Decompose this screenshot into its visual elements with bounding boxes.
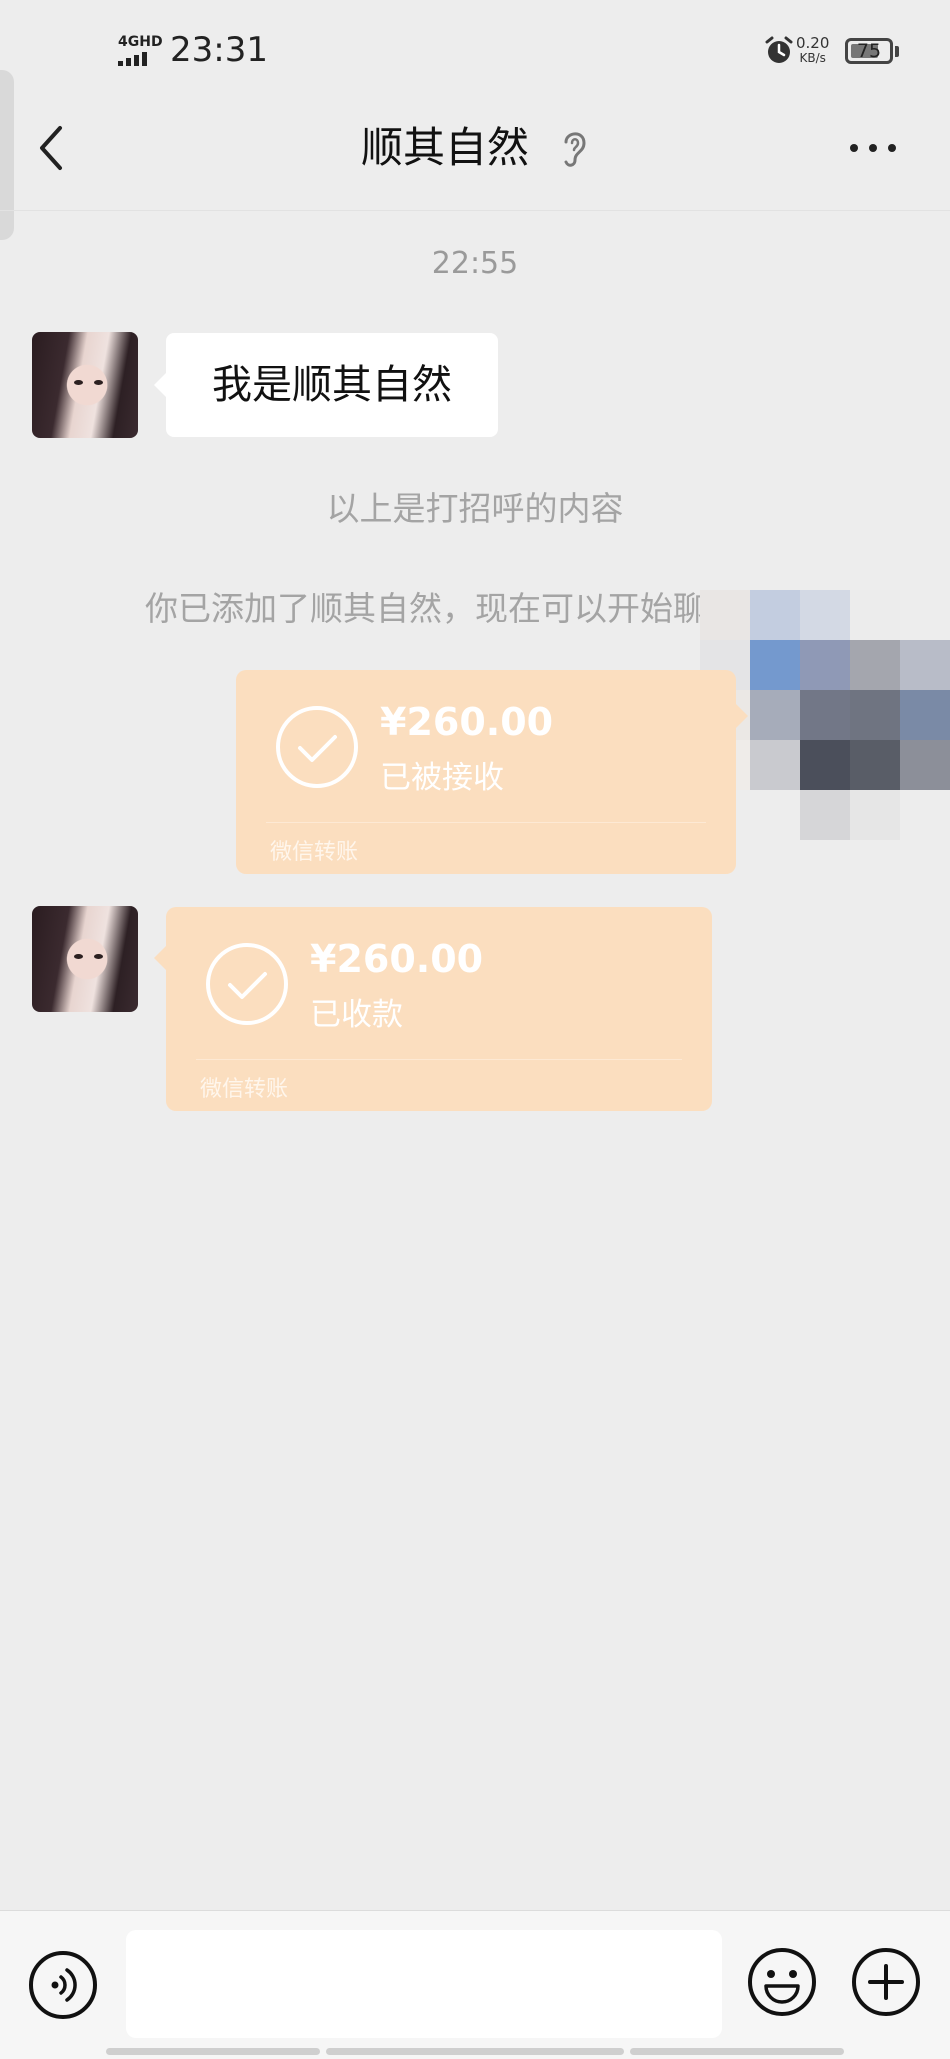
chat-timestamp: 22:55 xyxy=(431,246,519,281)
transfer-card-sent[interactable]: ¥260.00 已被接收 微信转账 xyxy=(236,670,736,874)
status-time: 23:31 xyxy=(170,30,268,70)
status-bar: 4GHD 23:31 0.20 KB/s 75 xyxy=(0,0,950,100)
plus-button[interactable] xyxy=(850,1946,922,2018)
transfer-card-received[interactable]: ¥260.00 已收款 微信转账 xyxy=(166,907,712,1111)
system-note-greeting: 以上是打招呼的内容 xyxy=(326,489,624,528)
transfer-footer: 微信转账 xyxy=(200,1077,289,1102)
bubble-tail xyxy=(154,373,166,397)
transfer-divider xyxy=(196,1059,682,1060)
emoji-button[interactable] xyxy=(746,1946,818,2018)
transfer-status: 已收款 xyxy=(310,997,403,1033)
transfer-amount: ¥260.00 xyxy=(310,937,484,981)
nav-divider xyxy=(0,210,950,211)
emoji-icon xyxy=(748,1948,816,2016)
transfer-amount: ¥260.00 xyxy=(380,700,554,744)
voice-icon xyxy=(29,1951,97,2019)
check-circle-icon xyxy=(206,943,288,1025)
transfer-status: 已被接收 xyxy=(380,760,504,796)
network-type: 4GHD xyxy=(118,34,163,50)
home-indicator xyxy=(326,2048,624,2055)
speed-unit: KB/s xyxy=(799,51,826,65)
battery-icon: 75 xyxy=(845,38,893,64)
transfer-footer: 微信转账 xyxy=(270,840,359,865)
more-button[interactable] xyxy=(846,130,900,166)
contact-avatar[interactable] xyxy=(32,332,138,438)
speed-value: 0.20 xyxy=(796,34,830,52)
home-indicator xyxy=(106,2048,320,2055)
transfer-tail xyxy=(154,946,166,970)
signal-icon xyxy=(118,52,158,66)
transfer-divider xyxy=(266,822,706,823)
battery-level: 75 xyxy=(856,40,882,62)
greeting-bubble[interactable]: 我是顺其自然 xyxy=(166,333,498,437)
voice-button[interactable] xyxy=(28,1950,98,2020)
more-icon xyxy=(850,144,896,152)
message-input[interactable] xyxy=(126,1930,722,2038)
plus-icon xyxy=(852,1948,920,2016)
battery-nub xyxy=(895,46,899,57)
contact-avatar[interactable] xyxy=(32,906,138,1012)
transfer-tail xyxy=(736,704,748,728)
network-speed: 0.20 KB/s xyxy=(796,36,829,66)
ear-icon[interactable] xyxy=(558,126,590,170)
home-indicator xyxy=(630,2048,844,2055)
alarm-icon xyxy=(765,36,793,63)
check-circle-icon xyxy=(276,706,358,788)
chat-title: 顺其自然 xyxy=(360,123,529,172)
